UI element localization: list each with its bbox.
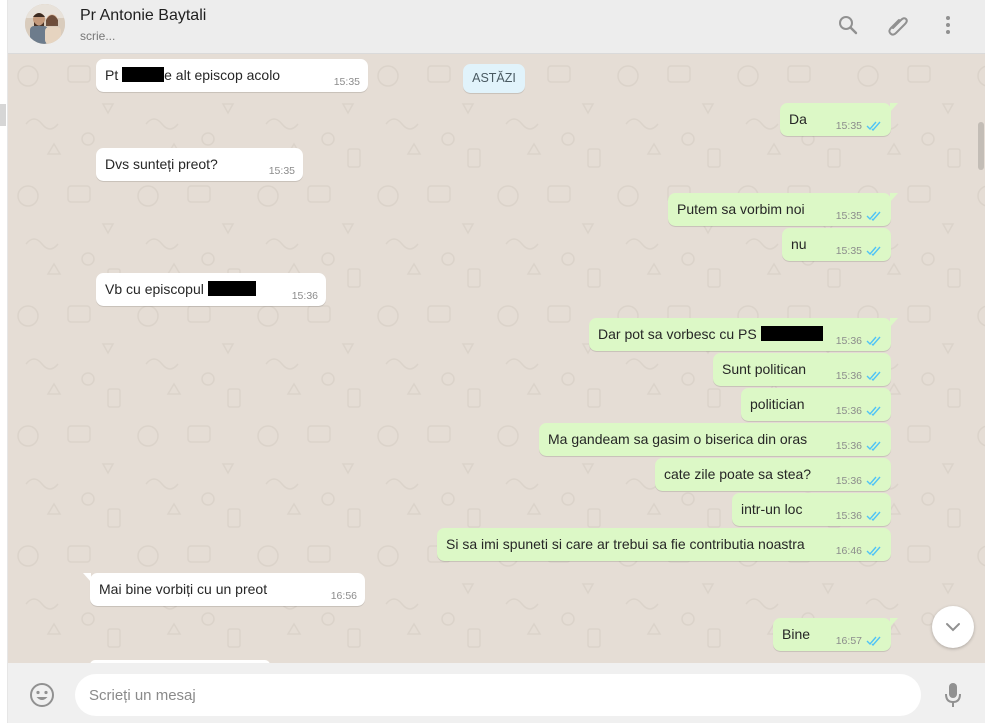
message-text: Ma gandeam sa gasim o biserica din oras <box>548 431 808 447</box>
read-ticks-icon <box>866 246 881 256</box>
read-ticks-icon <box>866 371 881 381</box>
message-outgoing[interactable]: Sunt politican 15:36 <box>713 353 891 386</box>
message-time: 15:36 <box>835 335 862 347</box>
redacted-block <box>122 67 165 82</box>
message-outgoing[interactable]: Si sa imi spuneti si care ar trebui sa f… <box>437 528 891 561</box>
read-ticks-icon <box>866 511 881 521</box>
chevron-down-icon <box>946 623 960 632</box>
message-outgoing[interactable]: cate zile poate sa stea? 15:36 <box>655 458 891 491</box>
message-incoming[interactable]: Vb cu episcopul 15:36 <box>96 273 326 306</box>
message-text: nu <box>791 236 807 252</box>
menu-icon[interactable] <box>935 12 961 38</box>
message-time: 16:46 <box>835 545 862 557</box>
message-text: Pt e alt episcop acolo <box>105 67 281 83</box>
date-divider: ASTĂZI <box>463 64 525 93</box>
read-ticks-icon <box>866 441 881 451</box>
message-time: 15:36 <box>835 475 862 487</box>
message-time: 15:36 <box>291 290 318 302</box>
message-outgoing[interactable]: Dar pot sa vorbesc cu PS 15:36 <box>589 318 898 351</box>
message-time: 15:36 <box>835 405 862 417</box>
message-outgoing[interactable]: nu 15:35 <box>782 228 891 261</box>
message-time: 15:35 <box>835 245 862 257</box>
message-text: Mai bine vorbiți cu un preot <box>99 581 268 597</box>
message-text: Da <box>789 111 807 127</box>
message-time: 15:35 <box>835 210 862 222</box>
search-icon[interactable] <box>835 12 861 38</box>
message-time: 15:35 <box>333 76 360 88</box>
message-text: Dvs sunteți preot? <box>105 156 218 172</box>
message-text: Bine <box>782 626 811 642</box>
message-outgoing[interactable]: Ma gandeam sa gasim o biserica din oras … <box>539 423 891 456</box>
chat-scrollbar[interactable] <box>978 122 984 170</box>
message-outgoing[interactable]: Da 15:35 <box>780 103 898 136</box>
read-ticks-icon <box>866 121 881 131</box>
message-text: Dar pot sa vorbesc cu PS <box>598 326 823 342</box>
left-pane-scroll-nub <box>0 104 6 126</box>
message-time: 15:36 <box>835 510 862 522</box>
read-ticks-icon <box>866 546 881 556</box>
message-outgoing[interactable]: politician 15:36 <box>741 388 891 421</box>
message-text: Putem sa vorbim noi <box>677 201 805 217</box>
read-ticks-icon <box>866 211 881 221</box>
read-ticks-icon <box>866 476 881 486</box>
message-incoming[interactable]: Dvs sunteți preot? 15:35 <box>96 148 303 181</box>
message-input[interactable] <box>75 674 921 716</box>
chat-header[interactable]: Pr Antonie Baytali scrie... <box>8 0 985 54</box>
read-ticks-icon <box>866 336 881 346</box>
scroll-to-bottom-button[interactable] <box>932 606 974 648</box>
message-incoming[interactable]: Mai bine vorbiți cu un preot 16:56 <box>83 573 365 606</box>
message-time: 15:35 <box>835 120 862 132</box>
message-time: 16:57 <box>835 635 862 647</box>
typing-status: scrie... <box>80 29 116 43</box>
attach-icon[interactable] <box>885 12 911 38</box>
message-time: 15:35 <box>268 165 295 177</box>
redacted-block <box>207 281 256 296</box>
message-text: Si sa imi spuneti si care ar trebui sa f… <box>446 536 805 552</box>
message-outgoing[interactable]: intr-un loc 15:36 <box>732 493 891 526</box>
message-time: 15:36 <box>835 370 862 382</box>
contact-name[interactable]: Pr Antonie Baytali <box>80 7 206 25</box>
message-text: Vb cu episcopul <box>105 281 256 297</box>
emoji-icon[interactable] <box>29 682 55 708</box>
left-pane-edge <box>0 0 8 723</box>
message-text: cate zile poate sa stea? <box>664 466 812 482</box>
message-incoming[interactable]: Pt e alt episcop acolo 15:35 <box>96 59 368 92</box>
message-time: 15:36 <box>835 440 862 452</box>
read-ticks-icon <box>866 636 881 646</box>
conversation-panel[interactable]: ASTĂZI Pt e alt episcop acolo 15:35 Da 1… <box>8 54 985 663</box>
microphone-icon[interactable] <box>941 682 965 708</box>
message-time: 16:56 <box>330 590 357 602</box>
message-composer <box>8 663 985 723</box>
read-ticks-icon <box>866 406 881 416</box>
window-edge <box>985 0 991 723</box>
message-outgoing[interactable]: Putem sa vorbim noi 15:35 <box>668 193 898 226</box>
message-outgoing[interactable]: Bine 16:57 <box>773 618 898 651</box>
contact-avatar[interactable] <box>25 4 65 44</box>
message-text: politician <box>750 396 805 412</box>
redacted-block <box>760 326 823 341</box>
message-text: Sunt politican <box>722 361 807 377</box>
message-text: intr-un loc <box>741 501 803 517</box>
